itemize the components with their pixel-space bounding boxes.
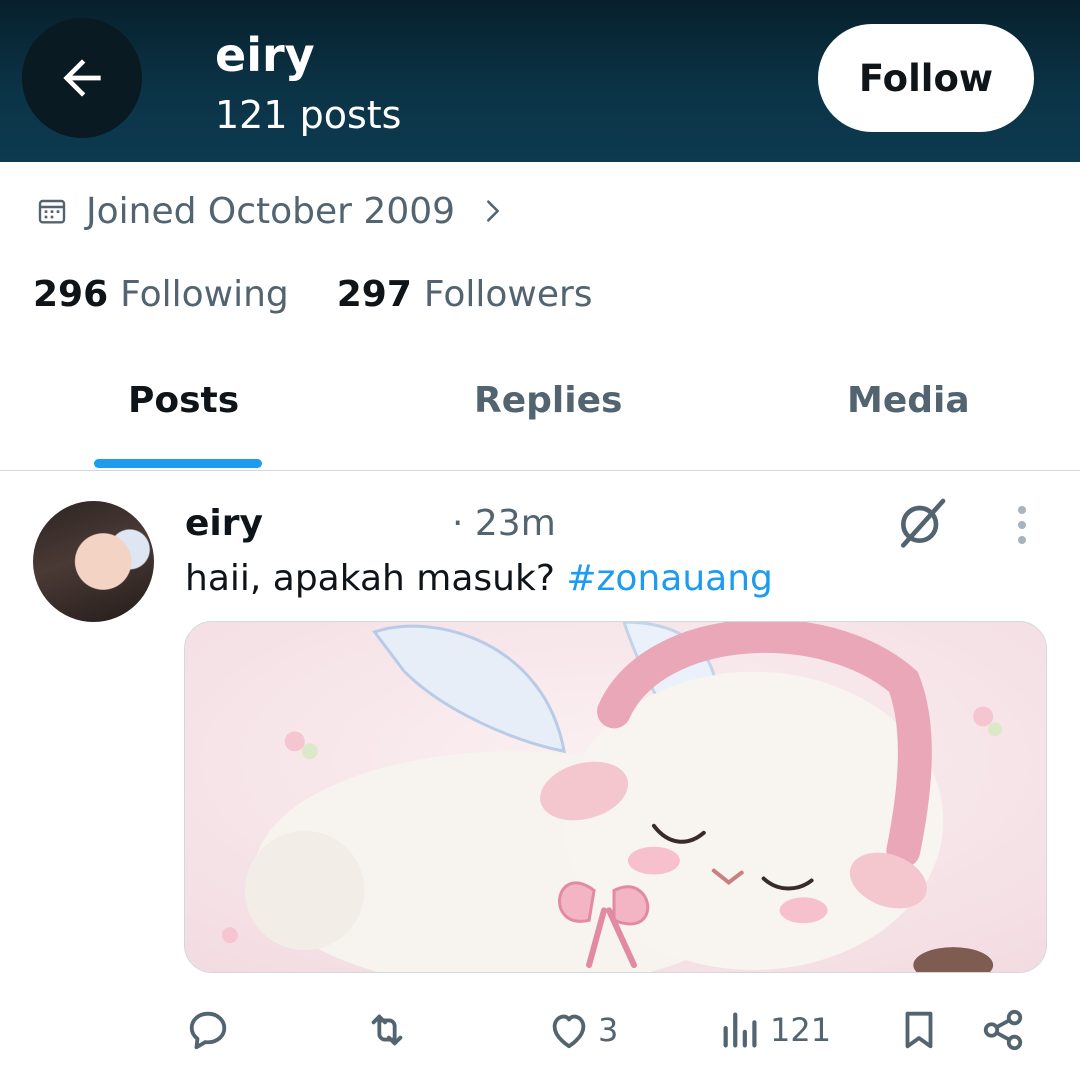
- tab-active-indicator: [94, 459, 262, 468]
- arrow-left-icon: [63, 59, 101, 97]
- share-icon: [983, 1009, 1023, 1051]
- views-count: 121: [770, 1011, 832, 1049]
- reply-icon: [189, 1011, 227, 1050]
- share-button[interactable]: [980, 1004, 1026, 1056]
- following-link[interactable]: 296 Following: [33, 274, 289, 315]
- repost-button[interactable]: [364, 1004, 410, 1056]
- header-name: eiry: [215, 28, 315, 82]
- following-count: 296: [33, 274, 109, 315]
- profile-tabs: Posts Replies Media: [0, 360, 1080, 470]
- followers-link[interactable]: 297 Followers: [337, 274, 593, 315]
- tabs-divider: [0, 470, 1080, 471]
- post-text: haii, apakah masuk? #zonauang: [185, 558, 773, 599]
- post-body: haii, apakah masuk?: [185, 558, 567, 599]
- avatar[interactable]: [33, 501, 154, 622]
- follow-button[interactable]: Follow: [818, 24, 1034, 132]
- chevron-right-icon: [487, 200, 499, 222]
- followers-label: Followers: [423, 274, 593, 315]
- repost-icon: [371, 1014, 403, 1046]
- like-button[interactable]: 3: [546, 1004, 618, 1056]
- bookmark-icon: [905, 1011, 933, 1049]
- hashtag-link[interactable]: #zonauang: [566, 558, 773, 599]
- more-vertical-icon[interactable]: [1012, 504, 1032, 546]
- reply-button[interactable]: [185, 1004, 231, 1056]
- joined-date-text: Joined October 2009: [86, 190, 456, 232]
- post-author-name[interactable]: eiry: [185, 503, 263, 544]
- post-actions: 3 121: [0, 1000, 1080, 1060]
- post-timestamp[interactable]: · 23m: [452, 503, 556, 544]
- post-image[interactable]: [184, 621, 1047, 973]
- calendar-icon: [38, 199, 66, 224]
- back-button[interactable]: [22, 18, 142, 138]
- following-label: Following: [120, 274, 289, 315]
- lamb-illustration: [185, 622, 1046, 972]
- followers-count: 297: [336, 274, 412, 315]
- header-posts-count: 121 posts: [215, 93, 402, 137]
- tab-posts[interactable]: Posts: [128, 380, 239, 421]
- like-count: 3: [598, 1011, 619, 1049]
- joined-date-row[interactable]: Joined October 2009: [36, 188, 507, 234]
- bookmark-button[interactable]: [896, 1004, 942, 1056]
- heart-icon: [552, 1014, 586, 1049]
- views-button[interactable]: 121: [718, 1004, 831, 1056]
- tab-media[interactable]: Media: [847, 380, 970, 421]
- follow-counts: 296 Following 297 Followers: [33, 274, 593, 315]
- analytics-icon: [723, 1012, 757, 1048]
- grok-icon[interactable]: [894, 494, 950, 550]
- profile-header: eiry 121 posts Follow: [0, 0, 1080, 162]
- tab-replies[interactable]: Replies: [474, 380, 622, 421]
